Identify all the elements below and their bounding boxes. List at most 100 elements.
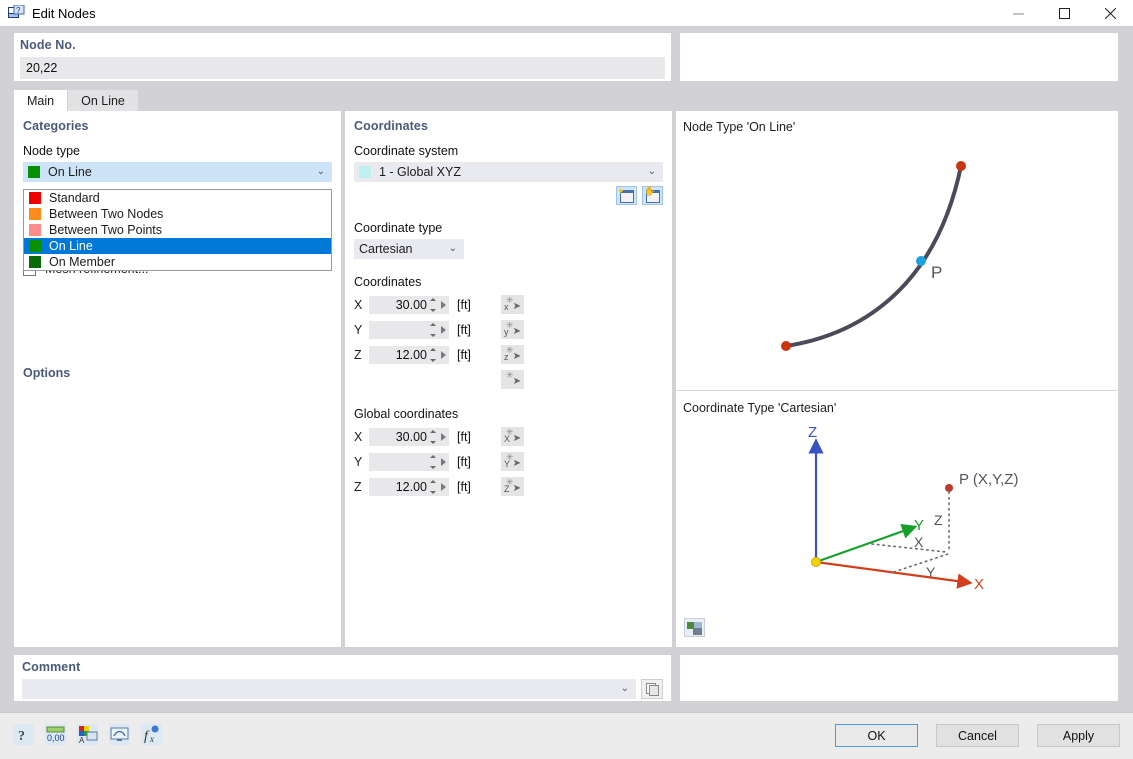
global-coordinate-row-y: Y [ft] ✳Y➤ bbox=[354, 452, 663, 471]
minimize-button[interactable] bbox=[995, 0, 1041, 27]
spinner-x[interactable] bbox=[429, 298, 437, 312]
global-pick-point-z-button[interactable]: ✳Z➤ bbox=[501, 477, 524, 496]
new-coordinate-system-button[interactable]: ✦ bbox=[616, 186, 637, 205]
content-area: Categories Node type On Line ⌄ Options S… bbox=[14, 111, 1118, 649]
svg-text:Z: Z bbox=[934, 512, 943, 528]
dropdown-label-standard: Standard bbox=[49, 191, 100, 205]
global-coordinate-input-x[interactable]: 30.00 bbox=[369, 428, 449, 446]
swatch-standard bbox=[29, 192, 41, 204]
dropdown-item-on-line[interactable]: On Line bbox=[24, 238, 331, 254]
global-pick-point-y-button[interactable]: ✳Y➤ bbox=[501, 452, 524, 471]
global-expand-arrow-z-icon[interactable] bbox=[441, 483, 446, 491]
unit-z: [ft] bbox=[457, 348, 481, 362]
help-icon[interactable]: ? bbox=[13, 724, 34, 745]
edit-nodes-icon: ? bbox=[8, 5, 25, 21]
decimal-places-icon[interactable]: 0,00 bbox=[45, 724, 66, 745]
coordinate-input-y[interactable] bbox=[369, 321, 449, 339]
tab-filler bbox=[139, 90, 1118, 111]
coordinate-system-label: Coordinate system bbox=[354, 144, 663, 158]
render-preview-button[interactable] bbox=[684, 618, 705, 637]
dropdown-item-standard[interactable]: Standard bbox=[24, 190, 331, 206]
pick-point-x-button[interactable]: ✳x➤ bbox=[501, 295, 524, 314]
global-spinner-z[interactable] bbox=[429, 480, 437, 494]
axis-label-z: Z bbox=[354, 348, 369, 362]
svg-text:X: X bbox=[974, 576, 984, 593]
global-expand-arrow-y-icon[interactable] bbox=[441, 458, 446, 466]
coordinate-input-z[interactable]: 12.00 bbox=[369, 346, 449, 364]
maximize-button[interactable] bbox=[1041, 0, 1087, 27]
pick-point-z-button[interactable]: ✳z➤ bbox=[501, 345, 524, 364]
edit-coordinate-system-button[interactable]: ✋ bbox=[642, 186, 663, 205]
categories-panel: Categories Node type On Line ⌄ Options S… bbox=[14, 111, 341, 647]
close-button[interactable] bbox=[1087, 0, 1133, 27]
coordinate-input-x[interactable]: 30.00 bbox=[369, 296, 449, 314]
comment-copy-button[interactable] bbox=[641, 679, 663, 699]
node-no-input[interactable]: 20,22 bbox=[20, 57, 665, 79]
title-bar: ? Edit Nodes bbox=[0, 0, 1133, 27]
dropdown-item-between-two-nodes[interactable]: Between Two Nodes bbox=[24, 206, 331, 222]
global-coordinate-row-x: X 30.00 [ft] ✳X➤ bbox=[354, 427, 663, 446]
svg-text:?: ? bbox=[18, 729, 25, 744]
node-type-combo[interactable]: On Line ⌄ bbox=[23, 162, 332, 182]
node-type-label: Node type bbox=[23, 144, 332, 158]
coordinate-system-combo[interactable]: 1 - Global XYZ ⌄ bbox=[354, 162, 663, 182]
node-type-dropdown-list[interactable]: Standard Between Two Nodes Between Two P… bbox=[23, 189, 332, 271]
global-coordinate-input-z[interactable]: 12.00 bbox=[369, 478, 449, 496]
ok-button[interactable]: OK bbox=[835, 724, 918, 747]
display-icon[interactable] bbox=[109, 724, 130, 745]
tab-bar: Main On Line bbox=[14, 90, 1118, 111]
expand-arrow-z-icon[interactable] bbox=[441, 351, 446, 359]
axis-label-y: Y bbox=[354, 323, 369, 337]
spinner-y[interactable] bbox=[429, 323, 437, 337]
unit-y: [ft] bbox=[457, 323, 481, 337]
node-point-p bbox=[916, 256, 926, 266]
dropdown-item-between-two-points[interactable]: Between Two Points bbox=[24, 222, 331, 238]
apply-button[interactable]: Apply bbox=[1037, 724, 1120, 747]
node-type-value: On Line bbox=[48, 165, 92, 179]
dialog-buttons: OK Cancel Apply bbox=[817, 724, 1120, 747]
coordinate-row-y: Y [ft] ✳y➤ bbox=[354, 320, 663, 339]
svg-text:X: X bbox=[914, 534, 924, 550]
global-coordinate-row-z: Z 12.00 [ft] ✳Z➤ bbox=[354, 477, 663, 496]
chevron-down-icon: ⌄ bbox=[648, 166, 656, 177]
formula-icon[interactable]: f x bbox=[141, 724, 162, 745]
coordinate-type-combo[interactable]: Cartesian ⌄ bbox=[354, 239, 464, 259]
expand-arrow-x-icon[interactable] bbox=[441, 301, 446, 309]
colors-icon[interactable]: A bbox=[77, 724, 98, 745]
coordinate-system-buttons: ✦ ✋ bbox=[354, 186, 663, 205]
pick-point-all-button[interactable]: ✳➤ bbox=[501, 370, 524, 389]
top-right-panel bbox=[680, 33, 1118, 81]
point-p-marker bbox=[945, 484, 953, 492]
curve-start-point bbox=[781, 341, 791, 351]
global-spinner-y[interactable] bbox=[429, 455, 437, 469]
swatch-on-member bbox=[29, 256, 41, 268]
dropdown-item-on-member[interactable]: On Member bbox=[24, 254, 331, 270]
chevron-down-icon[interactable]: ⌄ bbox=[621, 683, 629, 694]
tab-on-line[interactable]: On Line bbox=[68, 90, 138, 111]
node-type-preview: Node Type 'On Line' P bbox=[676, 111, 1118, 391]
coordinate-system-value: 1 - Global XYZ bbox=[379, 165, 461, 179]
comment-panel: Comment ⌄ bbox=[14, 655, 671, 701]
pick-point-y-button[interactable]: ✳y➤ bbox=[501, 320, 524, 339]
global-spinner-x[interactable] bbox=[429, 430, 437, 444]
bottom-bar: ? 0,00 A bbox=[0, 712, 1133, 759]
global-coordinates-label: Global coordinates bbox=[354, 407, 663, 421]
global-unit-x: [ft] bbox=[457, 430, 481, 444]
coordinate-row-pick-all: ✳➤ bbox=[354, 370, 663, 389]
comment-input[interactable]: ⌄ bbox=[22, 679, 636, 699]
global-pick-point-x-button[interactable]: ✳X➤ bbox=[501, 427, 524, 446]
svg-text:Z: Z bbox=[808, 424, 817, 441]
global-coordinate-input-y[interactable] bbox=[369, 453, 449, 471]
spinner-z[interactable] bbox=[429, 348, 437, 362]
on-line-diagram: P bbox=[676, 111, 1118, 391]
tab-main[interactable]: Main bbox=[14, 90, 67, 111]
global-unit-z: [ft] bbox=[457, 480, 481, 494]
global-expand-arrow-x-icon[interactable] bbox=[441, 433, 446, 441]
cancel-button[interactable]: Cancel bbox=[936, 724, 1019, 747]
node-no-panel: Node No. 20,22 bbox=[14, 33, 671, 81]
window-title: Edit Nodes bbox=[32, 6, 96, 21]
swatch-between-two-points bbox=[29, 224, 41, 236]
coordinate-type-preview: Coordinate Type 'Cartesian' Z Y bbox=[676, 392, 1118, 647]
options-title: Options bbox=[23, 366, 70, 380]
expand-arrow-y-icon[interactable] bbox=[441, 326, 446, 334]
